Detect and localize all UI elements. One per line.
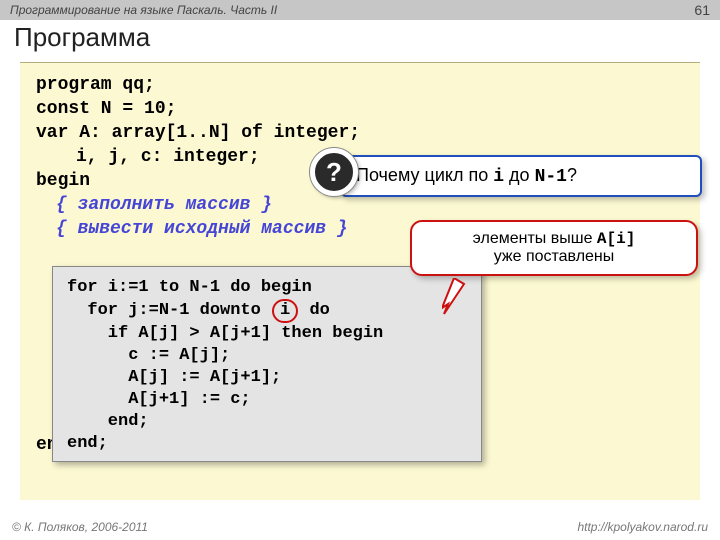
callout-mono: i bbox=[493, 167, 504, 187]
topbar: Программирование на языке Паскаль. Часть… bbox=[0, 0, 720, 20]
bubble-mono: A[i] bbox=[597, 230, 635, 248]
bubble-text: элементы выше bbox=[473, 230, 597, 247]
code-line: program qq; bbox=[36, 73, 684, 97]
algorithm-box: for i:=1 to N-1 do begin for j:=N-1 down… bbox=[52, 266, 482, 462]
algo-line: for j:=N-1 downto bbox=[67, 301, 271, 320]
callout-text: до bbox=[504, 165, 535, 185]
page-number: 61 bbox=[694, 0, 710, 20]
slide: Программирование на языке Паскаль. Часть… bbox=[0, 0, 720, 540]
algo-line: end; bbox=[67, 434, 108, 453]
code-line: const N = 10; bbox=[36, 97, 684, 121]
circled-i: i bbox=[272, 299, 298, 323]
algo-line: A[j+1] := c; bbox=[67, 390, 251, 409]
question-callout: Почему цикл по i до N-1? bbox=[340, 155, 702, 197]
page-title: Программа bbox=[14, 22, 150, 53]
algo-line: c := A[j]; bbox=[67, 346, 230, 365]
algo-line: do bbox=[299, 301, 330, 320]
algo-line: for i:=1 to N-1 do begin bbox=[67, 278, 312, 297]
callout-mono: N-1 bbox=[535, 167, 567, 187]
callout-text: Почему цикл по bbox=[356, 165, 493, 185]
bubble-text: уже поставлены bbox=[494, 248, 615, 265]
topbar-left: Программирование на языке Паскаль. Часть… bbox=[10, 3, 277, 17]
code-line: var A: array[1..N] of integer; bbox=[36, 121, 684, 145]
speech-bubble: элементы выше A[i] уже поставлены bbox=[410, 220, 698, 276]
footer-right: http://kpolyakov.narod.ru bbox=[577, 514, 708, 540]
callout-text: ? bbox=[567, 165, 577, 185]
algo-line: A[j] := A[j+1]; bbox=[67, 368, 281, 387]
algo-line: if A[j] > A[j+1] then begin bbox=[67, 324, 383, 343]
algo-line: end; bbox=[67, 412, 149, 431]
footer: © К. Поляков, 2006-2011 http://kpolyakov… bbox=[0, 514, 720, 540]
question-mark-icon: ? bbox=[310, 148, 358, 196]
footer-left: © К. Поляков, 2006-2011 bbox=[12, 520, 148, 534]
